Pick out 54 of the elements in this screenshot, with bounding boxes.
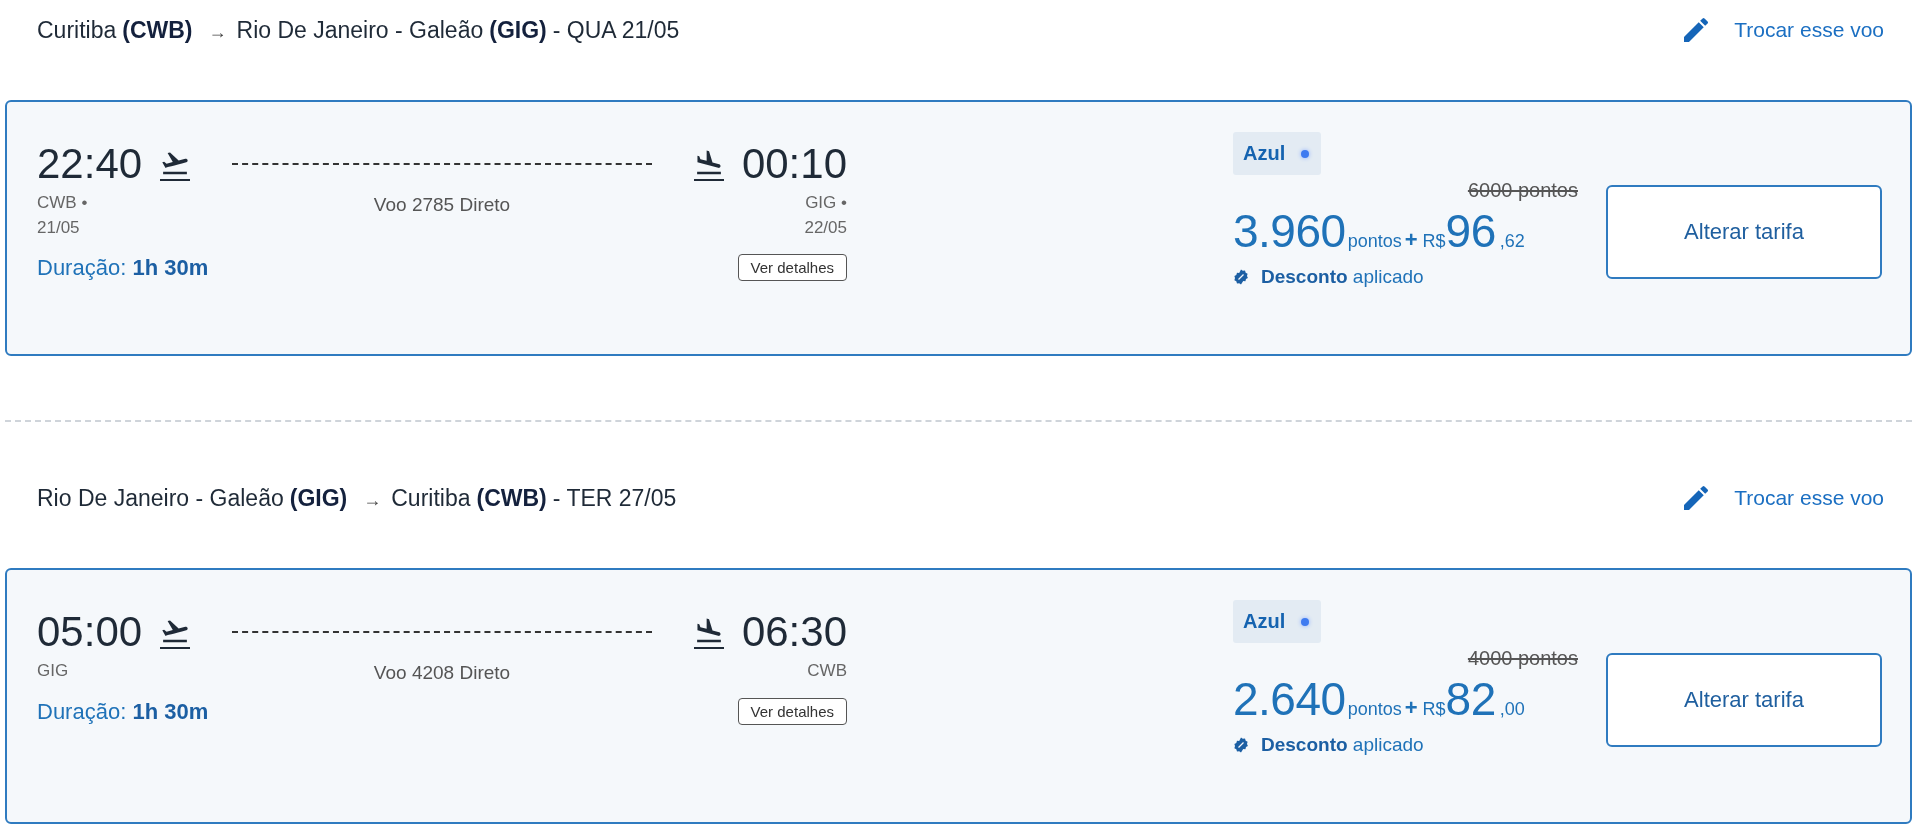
duration-text: Duração: 1h 30m xyxy=(37,698,209,725)
destination-city: Rio De Janeiro - Galeão xyxy=(236,16,484,44)
destination-code: (CWB) xyxy=(476,484,547,512)
flight-date: - TER 27/05 xyxy=(552,484,677,512)
departure-date: 21/05 xyxy=(37,217,80,239)
discount-text: Desconto aplicado xyxy=(1261,266,1424,288)
arrival-time: 00:10 xyxy=(741,140,847,188)
price-amount: 96 xyxy=(1445,204,1496,258)
dot-icon xyxy=(1301,617,1310,626)
discount-icon xyxy=(1233,737,1249,753)
origin-code: (CWB) xyxy=(122,16,193,44)
points-amount: 3.960 xyxy=(1233,204,1346,258)
flight-number: Voo 2785 Direto xyxy=(373,194,511,217)
origin-city: Curitiba xyxy=(37,16,117,44)
arrival-time: 06:30 xyxy=(741,608,847,656)
departure-time: 05:00 xyxy=(37,608,143,656)
departure-time: 22:40 xyxy=(37,140,143,188)
dot-icon xyxy=(1301,149,1310,158)
price-amount: 82 xyxy=(1445,672,1496,726)
currency: R$ xyxy=(1422,699,1446,720)
airline-name: Azul xyxy=(1243,610,1286,633)
departure-airport: CWB • xyxy=(37,192,88,214)
arrival-airport: CWB xyxy=(807,660,847,682)
change-fare-button[interactable]: Alterar tarifa xyxy=(1606,653,1882,747)
departure-airport: GIG xyxy=(37,660,69,682)
points-amount: 2.640 xyxy=(1233,672,1346,726)
discount-text: Desconto aplicado xyxy=(1261,734,1424,756)
origin-code: (GIG) xyxy=(289,484,348,512)
arrow-icon: → xyxy=(363,489,382,511)
arrival-date: 22/05 xyxy=(804,217,847,239)
price-cents: ,62 xyxy=(1499,231,1525,252)
flight-number: Voo 4208 Direto xyxy=(373,662,511,684)
change-fare-button[interactable]: Alterar tarifa xyxy=(1606,185,1882,279)
plus-sign: + xyxy=(1404,227,1418,253)
destination-city: Curitiba xyxy=(391,484,471,512)
details-button[interactable]: Ver detalhes xyxy=(737,698,847,725)
destination-code: (GIG) xyxy=(489,16,547,44)
plus-sign: + xyxy=(1404,695,1418,721)
original-price: 4000 pontos xyxy=(1467,647,1578,670)
airline-name: Azul xyxy=(1243,142,1286,165)
change-flight-link[interactable]: Trocar esse voo xyxy=(1680,482,1884,514)
discount-icon xyxy=(1233,269,1249,285)
details-button[interactable]: Ver detalhes xyxy=(737,254,847,281)
original-price: 6000 pontos xyxy=(1467,179,1578,202)
points-unit: pontos xyxy=(1347,231,1402,252)
duration-text: Duração: 1h 30m xyxy=(37,254,209,281)
price-cents: ,00 xyxy=(1499,699,1525,720)
arrival-airport: GIG • xyxy=(805,192,847,214)
currency: R$ xyxy=(1422,231,1446,252)
points-unit: pontos xyxy=(1347,699,1402,720)
arrow-icon: → xyxy=(208,21,227,43)
flight-date: - QUA 21/05 xyxy=(552,16,680,44)
origin-city: Rio De Janeiro - Galeão xyxy=(37,484,284,512)
change-flight-link[interactable]: Trocar esse voo xyxy=(1680,14,1884,46)
